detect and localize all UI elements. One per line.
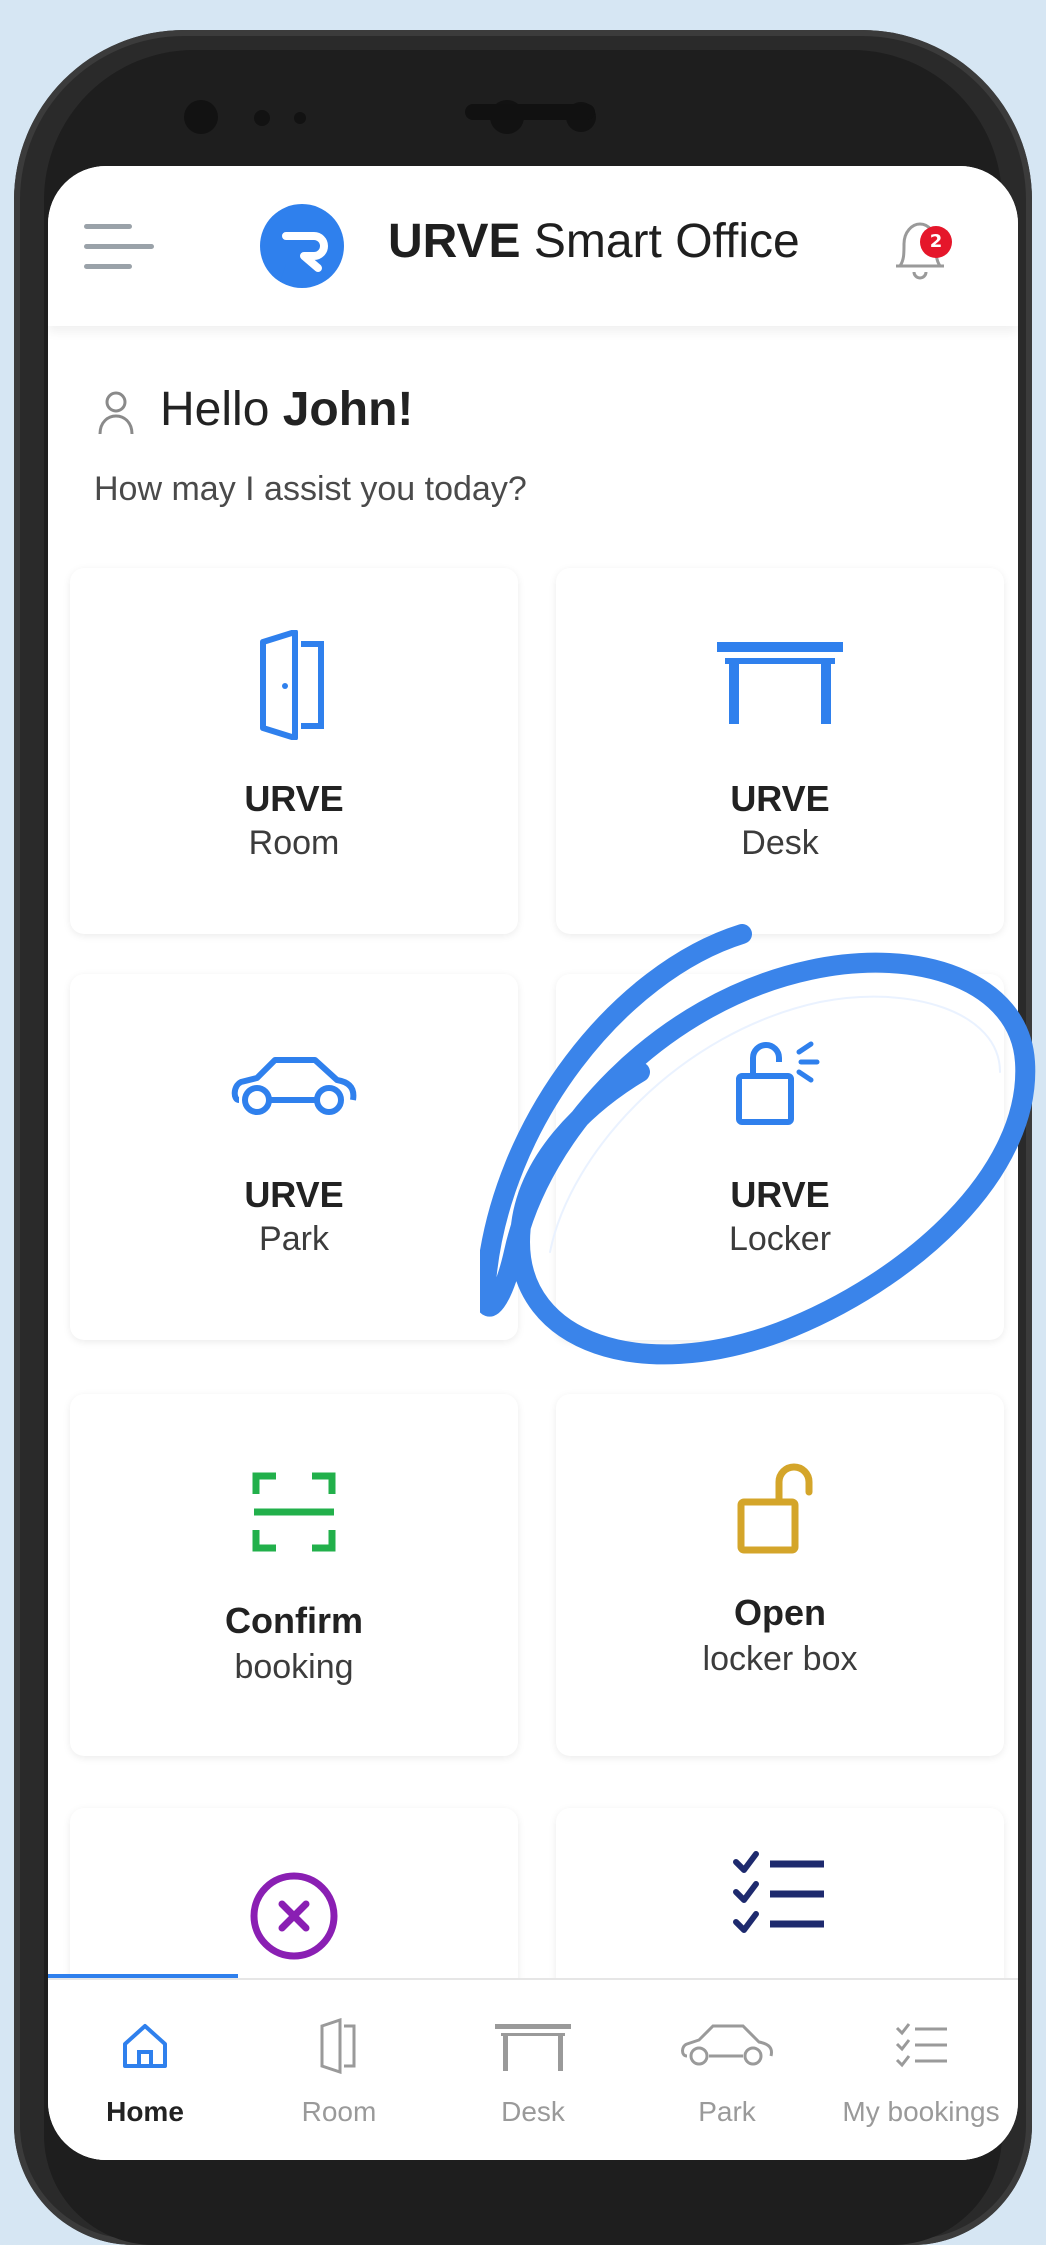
tile-urve-locker[interactable]: URVE Locker: [556, 974, 1004, 1340]
checklist-icon: [895, 2023, 947, 2068]
sensor-icon: [294, 112, 306, 124]
checklist-icon: [733, 1851, 824, 1933]
tile-open-locker-box[interactable]: Open locker box: [556, 1394, 1004, 1756]
nav-item-room[interactable]: Room: [242, 1980, 436, 2160]
tile-label-object: locker box: [702, 1640, 858, 1678]
user-icon: [98, 391, 134, 435]
nav-label-park: Park: [698, 2096, 756, 2127]
tile-label-brand: URVE: [244, 778, 344, 819]
tile-urve-park[interactable]: URVE Park: [70, 974, 518, 1340]
door-icon: [320, 2018, 356, 2074]
tile-confirm-booking[interactable]: Confirm booking: [70, 1394, 518, 1756]
notification-badge: 2: [920, 226, 952, 258]
nav-label-room: Room: [301, 2096, 377, 2127]
locker-icon: [736, 1041, 820, 1125]
app-title: URVE Smart Office: [388, 214, 800, 269]
speaker-grille: [465, 104, 595, 120]
tile-label-brand: URVE: [244, 1174, 344, 1215]
menu-icon[interactable]: [84, 218, 154, 276]
desk-icon: [717, 642, 843, 724]
sensor-icon: [254, 110, 270, 126]
nav-label-desk: Desk: [501, 2096, 565, 2127]
greeting-hello: Hello: [160, 383, 270, 436]
nav-item-my-bookings[interactable]: My bookings: [824, 1980, 1018, 2160]
tile-urve-room[interactable]: URVE Room: [70, 568, 518, 934]
greeting-username: John!: [282, 383, 414, 436]
tile-label-brand: URVE: [730, 1174, 830, 1215]
nav-item-home[interactable]: Home: [48, 1980, 242, 2160]
app-header: URVE Smart Office 2: [48, 166, 1018, 326]
tile-label-action: Open: [733, 1592, 826, 1633]
tile-urve-desk[interactable]: URVE Desk: [556, 568, 1004, 934]
app-logo-icon: [260, 204, 344, 288]
cancel-icon: [250, 1872, 338, 1960]
door-icon: [260, 630, 324, 740]
tile-label-name: Park: [259, 1220, 329, 1258]
tile-label-name: Desk: [741, 824, 819, 862]
padlock-open-icon: [737, 1463, 813, 1554]
car-icon: [681, 2024, 773, 2066]
greeting-subtitle: How may I assist you today?: [94, 470, 527, 508]
bottom-nav: Home Room Desk Park My bookings: [48, 1978, 1018, 2160]
tile-label-action: Confirm: [225, 1600, 363, 1641]
nav-label-home: Home: [106, 2096, 184, 2127]
app-title-rest: Smart Office: [533, 215, 800, 268]
tile-label-name: Locker: [728, 1220, 832, 1258]
nav-label-my-bookings: My bookings: [842, 2096, 1000, 2127]
home-icon: [123, 2024, 167, 2068]
car-icon: [231, 1057, 357, 1115]
app-screen: URVE Smart Office 2 Hello John! How may …: [48, 166, 1018, 2160]
tile-label-name: Room: [248, 824, 340, 862]
camera-icon: [184, 100, 218, 134]
greeting-title: Hello John!: [160, 382, 413, 437]
nav-item-desk[interactable]: Desk: [436, 1980, 630, 2160]
nav-item-park[interactable]: Park: [630, 1980, 824, 2160]
brand-name: URVE: [388, 215, 521, 268]
tile-label-brand: URVE: [730, 778, 830, 819]
scan-icon: [252, 1472, 336, 1552]
desk-icon: [495, 2024, 571, 2071]
tile-label-object: booking: [234, 1648, 354, 1686]
